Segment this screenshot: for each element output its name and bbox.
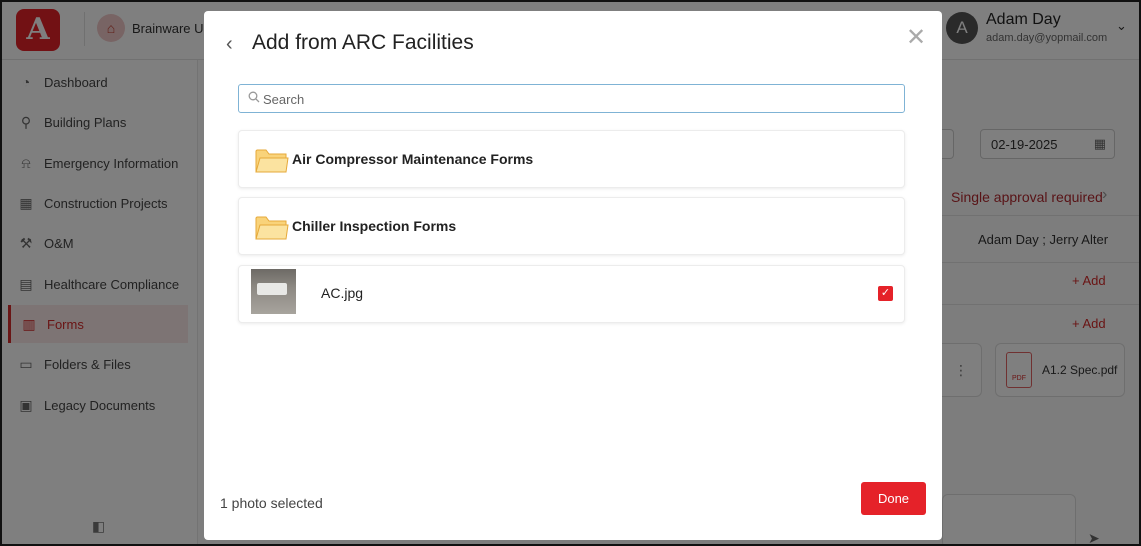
folder-row[interactable]: Air Compressor Maintenance Forms bbox=[238, 130, 905, 188]
folder-icon bbox=[255, 216, 289, 240]
add-from-dialog: ‹ Add from ARC Facilities ✕ Air Compress… bbox=[204, 11, 942, 540]
search-field[interactable] bbox=[238, 84, 905, 113]
dialog-title: Add from ARC Facilities bbox=[252, 31, 474, 54]
folder-row[interactable]: Chiller Inspection Forms bbox=[238, 197, 905, 255]
folder-name: Chiller Inspection Forms bbox=[292, 218, 457, 234]
done-button[interactable]: Done bbox=[861, 482, 926, 515]
app-window: A ⌂ Brainware Un A Adam Day adam.day@yop… bbox=[0, 0, 1141, 546]
selection-status: 1 photo selected bbox=[220, 495, 323, 511]
close-icon[interactable]: ✕ bbox=[906, 23, 926, 52]
folder-name: Air Compressor Maintenance Forms bbox=[292, 151, 534, 167]
search-icon bbox=[248, 91, 260, 103]
ac-unit-image bbox=[257, 283, 287, 295]
folder-icon bbox=[255, 149, 289, 173]
file-name: AC.jpg bbox=[321, 285, 364, 301]
back-icon[interactable]: ‹ bbox=[226, 33, 233, 56]
search-input[interactable] bbox=[263, 89, 893, 109]
image-thumbnail bbox=[251, 269, 296, 314]
file-row[interactable]: AC.jpg ✓ bbox=[238, 265, 905, 323]
select-checkbox[interactable]: ✓ bbox=[878, 286, 893, 301]
